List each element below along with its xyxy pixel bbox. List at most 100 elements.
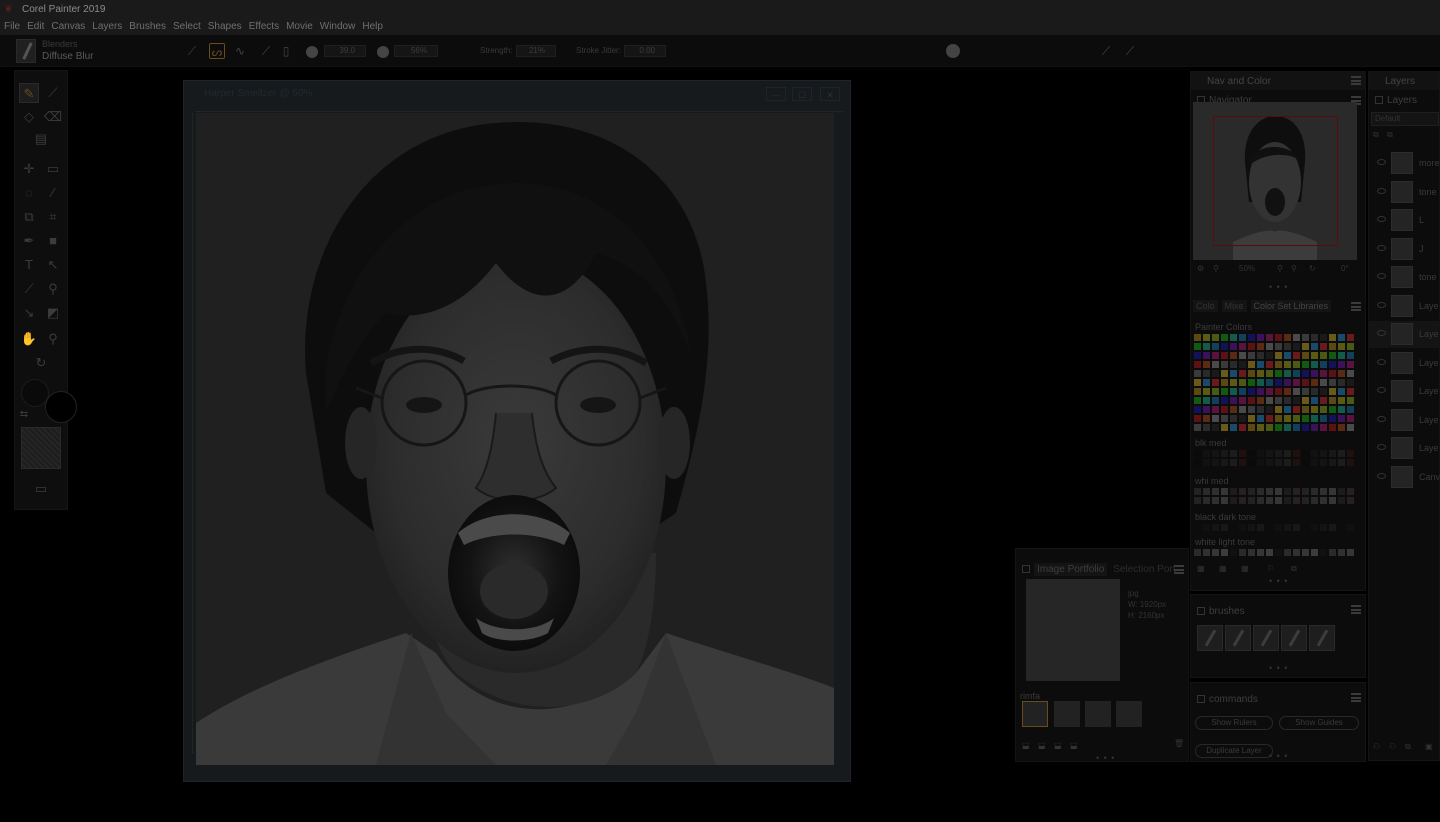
color-swatch[interactable] <box>1212 352 1219 359</box>
navigator-settings-icon[interactable]: ⚙ <box>1197 264 1204 273</box>
color-swatch[interactable] <box>1302 334 1309 341</box>
paper-texture-swatch[interactable] <box>21 427 61 469</box>
gradient-tool-icon[interactable]: ▤ <box>31 129 51 149</box>
color-swatch[interactable] <box>1194 379 1201 386</box>
color-swatch[interactable] <box>1275 524 1282 531</box>
color-swatch[interactable] <box>1311 450 1318 457</box>
color-swatch[interactable] <box>1203 424 1210 431</box>
color-swatch[interactable] <box>1338 450 1345 457</box>
brush-ghost-icon[interactable]: ⟋ <box>258 43 274 59</box>
color-swatch[interactable] <box>1221 334 1228 341</box>
color-swatch[interactable] <box>1329 361 1336 368</box>
color-swatch[interactable] <box>1221 406 1228 413</box>
color-swatch[interactable] <box>1284 352 1291 359</box>
menu-movie[interactable]: Movie <box>286 21 313 32</box>
color-swatch[interactable] <box>1239 415 1246 422</box>
color-swatch[interactable] <box>1275 343 1282 350</box>
color-swatch[interactable] <box>1257 450 1264 457</box>
color-swatch[interactable] <box>1248 334 1255 341</box>
color-swatch[interactable] <box>1311 370 1318 377</box>
color-swatch[interactable] <box>1311 549 1318 556</box>
layer-row[interactable]: tone <box>1369 264 1440 291</box>
color-swatch[interactable] <box>1329 388 1336 395</box>
brushes-menu-icon[interactable] <box>1351 605 1361 614</box>
color-swatch[interactable] <box>1257 361 1264 368</box>
color-swatch[interactable] <box>1257 397 1264 404</box>
color-swatch[interactable] <box>1302 361 1309 368</box>
color-swatch[interactable] <box>1221 497 1228 504</box>
color-swatch[interactable] <box>1248 549 1255 556</box>
visibility-eye-icon[interactable] <box>1377 444 1386 450</box>
visibility-eye-icon[interactable] <box>1377 358 1386 365</box>
color-swatch[interactable] <box>1203 352 1210 359</box>
color-swatch[interactable] <box>1338 549 1345 556</box>
color-swatch[interactable] <box>1266 524 1273 531</box>
color-swatch[interactable] <box>1329 334 1336 341</box>
color-swatch[interactable] <box>1275 361 1282 368</box>
color-swatch[interactable] <box>1347 361 1354 368</box>
brush-variant-label[interactable]: Diffuse Blur <box>42 51 94 62</box>
color-swatch[interactable] <box>1203 334 1210 341</box>
color-swatch[interactable] <box>1257 334 1264 341</box>
color-swatch[interactable] <box>1293 352 1300 359</box>
color-swatch[interactable] <box>1275 334 1282 341</box>
color-swatch[interactable] <box>1275 397 1282 404</box>
color-swatch[interactable] <box>1194 424 1201 431</box>
tab-color-wheel[interactable]: Colo <box>1193 300 1218 312</box>
color-swatch[interactable] <box>1293 370 1300 377</box>
whi-med-swatches[interactable] <box>1194 488 1354 504</box>
color-swatch[interactable] <box>1329 397 1336 404</box>
color-swatch[interactable] <box>1248 524 1255 531</box>
brush-preset[interactable] <box>1225 625 1251 651</box>
color-swatch[interactable] <box>1212 450 1219 457</box>
color-swatch[interactable] <box>1221 524 1228 531</box>
brush-search-icon[interactable]: ⟋ <box>1098 43 1114 59</box>
color-swatch[interactable] <box>1212 343 1219 350</box>
paint-bucket-icon[interactable]: ◇ <box>19 107 39 127</box>
color-swatch[interactable] <box>1311 415 1318 422</box>
color-swatch[interactable] <box>1311 397 1318 404</box>
collapse-checkbox[interactable] <box>1022 565 1030 573</box>
color-swatch[interactable] <box>1194 352 1201 359</box>
layer-row[interactable]: L <box>1369 207 1440 234</box>
zoom-out-icon[interactable]: ⚲ <box>1213 264 1219 273</box>
color-swatch[interactable] <box>1212 488 1219 495</box>
color-swatch[interactable] <box>1284 361 1291 368</box>
color-swatch[interactable] <box>1221 352 1228 359</box>
color-swatch[interactable] <box>1248 388 1255 395</box>
color-swatch[interactable] <box>1347 488 1354 495</box>
color-swatch[interactable] <box>1230 549 1237 556</box>
color-swatch[interactable] <box>1275 352 1282 359</box>
blk-med-swatches[interactable] <box>1194 450 1354 466</box>
trash-icon[interactable]: 🗑 <box>1174 739 1184 748</box>
color-swatch[interactable] <box>1311 406 1318 413</box>
visibility-eye-icon[interactable] <box>1377 387 1386 393</box>
color-swatch[interactable] <box>1302 497 1309 504</box>
portfolio-slot[interactable] <box>1022 701 1048 727</box>
color-swatch[interactable] <box>1347 459 1354 466</box>
color-swatch[interactable] <box>1302 388 1309 395</box>
color-swatch[interactable] <box>1284 379 1291 386</box>
color-swatch[interactable] <box>1320 415 1327 422</box>
color-swatch[interactable] <box>1239 549 1246 556</box>
color-swatch[interactable] <box>1230 379 1237 386</box>
color-swatch[interactable] <box>1293 415 1300 422</box>
layer-row[interactable]: tone <box>1369 179 1440 206</box>
color-swatch[interactable] <box>1230 488 1237 495</box>
new-layer-icon[interactable]: ⚇ <box>1373 742 1380 751</box>
color-swatch[interactable] <box>1302 549 1309 556</box>
crop-tool-icon[interactable]: ⌗ <box>43 207 63 227</box>
color-swatch[interactable] <box>1266 459 1273 466</box>
color-swatch[interactable] <box>1230 424 1237 431</box>
color-swatch[interactable] <box>1212 406 1219 413</box>
color-swatch[interactable] <box>1329 343 1336 350</box>
layer-row[interactable]: Laye <box>1369 350 1440 377</box>
portfolio-image-thumbnail[interactable] <box>1026 579 1120 681</box>
menu-shapes[interactable]: Shapes <box>208 21 242 32</box>
brushes-subheader[interactable]: brushes <box>1193 603 1365 619</box>
rotate-icon[interactable]: ↻ <box>1309 264 1316 273</box>
rectangle-shape-icon[interactable]: ■ <box>43 231 63 251</box>
color-swatch[interactable] <box>1230 397 1237 404</box>
color-sets-menu-icon[interactable] <box>1351 302 1361 311</box>
color-swatch[interactable] <box>1329 379 1336 386</box>
